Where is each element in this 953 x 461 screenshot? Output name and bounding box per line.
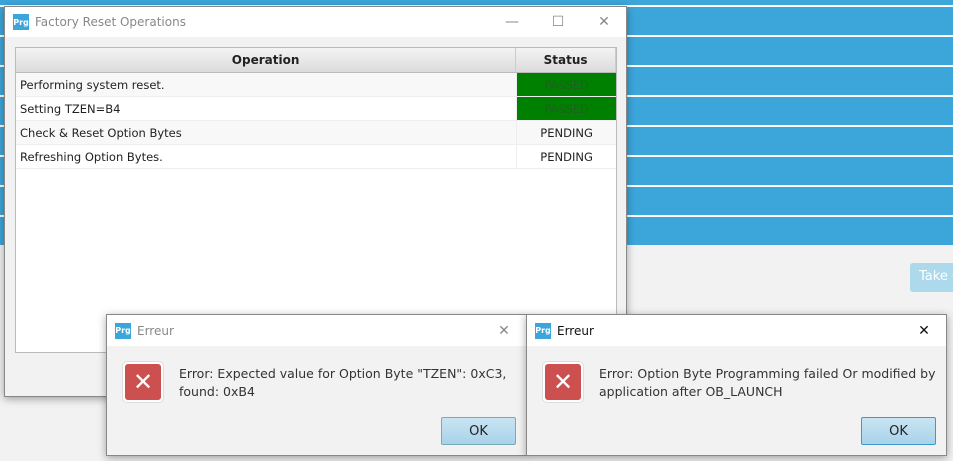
dialog-title: Erreur — [137, 323, 174, 338]
table-row[interactable]: Refreshing Option Bytes. PENDING — [16, 145, 616, 169]
column-operation[interactable]: Operation — [16, 48, 517, 72]
take-button[interactable]: Take C — [910, 263, 953, 292]
minimize-button[interactable]: — — [489, 7, 535, 37]
window-title: Factory Reset Operations — [35, 15, 186, 29]
title-bar: Prg Erreur ✕ — [527, 315, 946, 346]
close-button[interactable]: ✕ — [581, 7, 627, 37]
operation-cell: Setting TZEN=B4 — [20, 101, 121, 116]
error-message: Error: Option Byte Programming failed Or… — [599, 366, 936, 399]
status-cell: PASSED — [516, 97, 616, 120]
status-cell: PENDING — [516, 145, 616, 168]
title-bar: Prg Factory Reset Operations — ☐ ✕ — [5, 7, 626, 37]
table-header: Operation Status — [16, 48, 616, 73]
ok-button[interactable]: OK — [861, 417, 936, 445]
maximize-button[interactable]: ☐ — [535, 7, 581, 37]
error-dialog-1: Prg Erreur ✕ ✕ Error: Expected value for… — [106, 314, 527, 456]
operation-cell: Check & Reset Option Bytes — [20, 125, 182, 140]
table-row[interactable]: Check & Reset Option Bytes PENDING — [16, 121, 616, 145]
error-icon: ✕ — [542, 361, 584, 403]
table-body: Performing system reset. PASSED Setting T… — [16, 73, 616, 169]
close-button[interactable]: ✕ — [481, 315, 527, 346]
operation-cell: Refreshing Option Bytes. — [20, 149, 163, 164]
table-row[interactable]: Performing system reset. PASSED — [16, 73, 616, 97]
close-button[interactable]: ✕ — [901, 315, 947, 346]
operations-table: Operation Status Performing system reset… — [15, 47, 617, 353]
dialog-title: Erreur — [557, 323, 594, 338]
app-icon: Prg — [13, 14, 29, 30]
app-icon: Prg — [535, 322, 551, 339]
app-icon: Prg — [115, 322, 131, 339]
error-icon: ✕ — [122, 361, 164, 403]
table-row[interactable]: Setting TZEN=B4 PASSED — [16, 97, 616, 121]
column-status[interactable]: Status — [516, 48, 616, 72]
ok-button[interactable]: OK — [441, 417, 516, 445]
status-cell: PENDING — [516, 121, 616, 144]
error-dialog-2: Prg Erreur ✕ ✕ Error: Option Byte Progra… — [526, 314, 947, 456]
title-bar: Prg Erreur ✕ — [107, 315, 526, 346]
error-message: Error: Expected value for Option Byte "T… — [179, 366, 507, 399]
status-cell: PASSED — [516, 73, 616, 96]
operation-cell: Performing system reset. — [20, 77, 165, 92]
